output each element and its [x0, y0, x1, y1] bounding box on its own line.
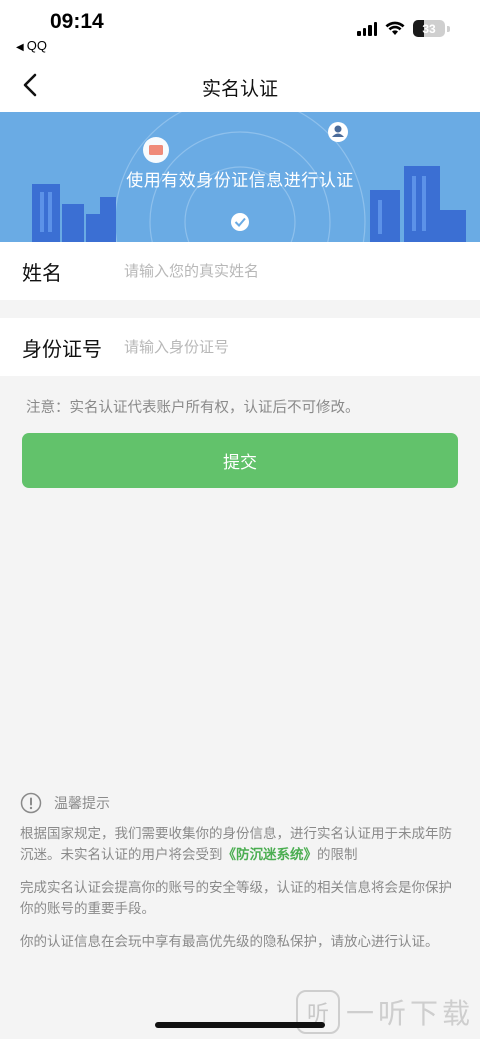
wifi-icon — [385, 21, 405, 35]
home-indicator[interactable] — [155, 1022, 325, 1028]
battery-percent: 33 — [422, 21, 436, 36]
watermark-text: 一听下载 — [345, 997, 474, 1030]
tips-section: 温馨提示 根据国家规定，我们需要收集你的身份信息，进行实名认证用于未成年防沉迷。… — [20, 792, 464, 953]
submit-button[interactable]: 提交 — [22, 433, 458, 488]
name-label: 姓名 — [22, 260, 62, 285]
exclamation-circle-icon — [20, 792, 42, 814]
status-icons: 33 — [357, 20, 450, 37]
id-number-input[interactable] — [124, 338, 454, 356]
back-triangle-icon: ◀ — [16, 42, 24, 53]
id-number-row: 身份证号 — [0, 318, 480, 376]
battery-icon: 33 — [413, 20, 445, 37]
ownership-note: 注意：实名认证代表账户所有权，认证后不可修改。 — [26, 400, 360, 416]
id-number-label: 身份证号 — [22, 336, 102, 361]
tip-1-suffix: 的限制 — [317, 847, 358, 863]
status-time: 09:14 — [50, 10, 104, 33]
back-app-label: QQ — [26, 38, 47, 53]
tips-title: 温馨提示 — [54, 796, 110, 812]
name-input[interactable] — [124, 262, 454, 280]
verification-banner: 使用有效身份证信息进行认证 — [0, 112, 480, 242]
status-bar: 09:14 ◀ QQ 33 — [0, 0, 480, 62]
banner-text: 使用有效身份证信息进行认证 — [126, 171, 354, 191]
tip-paragraph-3: 你的认证信息在会玩中享有最高优先级的隐私保护，请放心进行认证。 — [20, 934, 439, 950]
back-to-app-link[interactable]: ◀ QQ — [16, 38, 47, 53]
nav-bar: 实名认证 — [0, 62, 480, 112]
battery-cap — [447, 25, 450, 32]
page-title: 实名认证 — [201, 78, 278, 100]
name-row: 姓名 — [0, 242, 480, 300]
cellular-signal-icon — [357, 21, 377, 36]
tips-header: 温馨提示 — [20, 792, 464, 814]
tip-paragraph-2: 完成实名认证会提高你的账号的安全等级，认证的相关信息将会是你保护你的账号的重要手… — [20, 880, 452, 917]
tip-paragraph-1: 根据国家规定，我们需要收集你的身份信息，进行实名认证用于未成年防沉迷。未实名认证… — [20, 824, 464, 866]
anti-addiction-link[interactable]: 《防沉迷系统》 — [223, 847, 318, 863]
